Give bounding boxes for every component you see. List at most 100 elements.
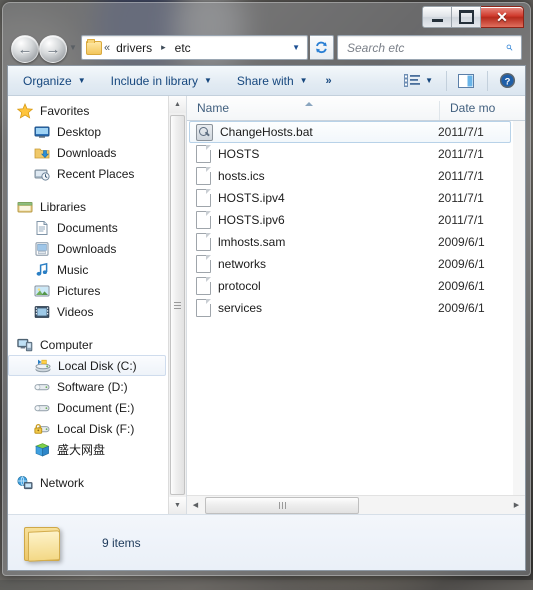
include-in-library-button[interactable]: Include in library ▼ (101, 68, 222, 94)
sidebar-item-downloads[interactable]: Downloads (8, 142, 169, 163)
column-header-name[interactable]: Name (187, 101, 440, 120)
table-row[interactable]: networks 2009/6/1 (189, 253, 511, 275)
sidebar-item-label: Downloads (57, 241, 117, 256)
list-view-icon (404, 73, 421, 87)
sidebar-item-document-e[interactable]: Document (E:) (8, 397, 169, 418)
scrollbar-grip-icon (174, 300, 181, 311)
table-row[interactable]: HOSTS 2011/7/1 (189, 143, 511, 165)
sidebar-item-local-disk-c[interactable]: Local Disk (C:) (8, 355, 166, 376)
refresh-icon (316, 41, 327, 54)
forward-button[interactable]: → (39, 35, 67, 63)
table-row[interactable]: hosts.ics 2011/7/1 (189, 165, 511, 187)
navigation-pane: Favorites Desktop Downloads Recent Place… (8, 96, 187, 514)
sidebar-group-computer[interactable]: Computer (8, 334, 169, 355)
scrollbar-thumb[interactable] (170, 115, 185, 495)
search-icon[interactable] (506, 41, 513, 54)
file-name-cell: HOSTS.ipv4 (190, 189, 438, 207)
toolbar-overflow-button[interactable]: » (318, 75, 340, 87)
sidebar-item-music[interactable]: Music (8, 259, 169, 280)
back-button[interactable]: ← (11, 35, 39, 63)
table-row[interactable]: services 2009/6/1 (189, 297, 511, 319)
address-dropdown-icon[interactable]: ▼ (292, 43, 300, 52)
generic-file-icon (196, 145, 211, 163)
sidebar-item-software-d[interactable]: Software (D:) (8, 376, 169, 397)
scroll-right-button[interactable]: ▶ (508, 497, 525, 514)
breadcrumb-separator[interactable]: ▸ (156, 42, 171, 53)
client-area: Organize ▼ Include in library ▼ Share wi… (7, 65, 526, 571)
generic-file-icon (196, 167, 211, 185)
scroll-down-button[interactable]: ▼ (169, 497, 186, 514)
share-with-button[interactable]: Share with ▼ (227, 68, 318, 94)
file-name-label: HOSTS.ipv6 (218, 213, 285, 227)
sidebar-item-network-disk[interactable]: 盛大网盘 (8, 439, 169, 460)
file-name-label: lmhosts.sam (218, 235, 286, 249)
search-box[interactable] (337, 35, 522, 60)
breadcrumb-overflow[interactable]: « (102, 42, 112, 54)
file-name-cell: ChangeHosts.bat (190, 123, 438, 141)
sidebar-item-local-disk-f[interactable]: Local Disk (F:) (8, 418, 169, 439)
maximize-button[interactable] (452, 6, 481, 28)
navigation-scrollbar[interactable]: ▲ ▼ (168, 96, 186, 514)
title-bar[interactable]: ✕ (3, 3, 530, 31)
scrollbar-thumb[interactable] (205, 496, 359, 514)
sidebar-item-label: Recent Places (57, 166, 135, 181)
table-row[interactable]: protocol 2009/6/1 (189, 275, 511, 297)
search-input[interactable] (345, 39, 506, 56)
folder-icon (86, 38, 102, 55)
sidebar-item-videos[interactable]: Videos (8, 301, 169, 322)
sidebar-item-documents[interactable]: Documents (8, 217, 169, 238)
folder-front (28, 529, 60, 562)
sort-ascending-icon (305, 102, 313, 106)
downloads-icon (34, 145, 50, 161)
table-row[interactable]: HOSTS.ipv6 2011/7/1 (189, 209, 511, 231)
generic-file-icon (196, 189, 211, 207)
organize-label: Organize (23, 73, 72, 88)
sidebar-item-recent-places[interactable]: Recent Places (8, 163, 169, 184)
chevron-down-icon: ▼ (425, 76, 433, 85)
file-name-label: services (218, 301, 263, 315)
file-name-cell: lmhosts.sam (190, 233, 438, 251)
refresh-button[interactable] (310, 35, 334, 60)
close-button[interactable]: ✕ (481, 6, 524, 28)
sidebar-item-label: Documents (57, 220, 118, 235)
file-name-label: networks (218, 257, 267, 271)
file-name-label: HOSTS (218, 147, 260, 161)
scroll-left-button[interactable]: ◀ (187, 497, 204, 514)
organize-button[interactable]: Organize ▼ (13, 68, 96, 94)
sidebar-group-favorites[interactable]: Favorites (8, 100, 169, 121)
file-date-cell: 2009/6/1 (438, 279, 485, 293)
table-row[interactable]: lmhosts.sam 2009/6/1 (189, 231, 511, 253)
preview-pane-button[interactable] (451, 68, 481, 94)
chevron-down-icon: ▼ (204, 76, 212, 85)
file-list-horizontal-scrollbar[interactable]: ◀ ▶ (187, 495, 525, 514)
sidebar-item-downloads-library[interactable]: Downloads (8, 238, 169, 259)
help-button[interactable]: ? (492, 68, 523, 94)
sidebar-group-label: Favorites (40, 103, 90, 118)
address-bar-row: ← → ▼ « drivers ▸ etc ▼ (3, 31, 530, 65)
file-list-vertical-scrollbar[interactable] (513, 121, 525, 496)
breadcrumb-item-etc[interactable]: etc (171, 41, 195, 55)
address-bar[interactable]: « drivers ▸ etc ▼ (81, 35, 308, 60)
column-header-date-modified[interactable]: Date mo (440, 101, 525, 120)
breadcrumb-item-drivers[interactable]: drivers (112, 41, 156, 55)
item-count-label: 9 items (102, 535, 141, 550)
sidebar-group-network[interactable]: Network (8, 472, 169, 493)
file-name-cell: networks (190, 255, 438, 273)
sidebar-item-label: Document (E:) (57, 400, 135, 415)
back-arrow-icon: ← (17, 40, 33, 58)
table-row[interactable]: HOSTS.ipv4 2011/7/1 (189, 187, 511, 209)
file-name-label: protocol (218, 279, 261, 293)
minimize-button[interactable] (422, 6, 452, 28)
sidebar-item-pictures[interactable]: Pictures (8, 280, 169, 301)
toolbar-divider (487, 70, 488, 91)
change-view-button[interactable]: ▼ (397, 68, 440, 94)
sidebar-item-desktop[interactable]: Desktop (8, 121, 169, 142)
help-icon: ? (499, 72, 516, 89)
history-dropdown-button[interactable]: ▼ (69, 43, 77, 52)
table-row[interactable]: ChangeHosts.bat 2011/7/1 (189, 121, 511, 143)
sidebar-group-libraries[interactable]: Libraries (8, 196, 169, 217)
videos-icon (34, 304, 50, 320)
scroll-up-button[interactable]: ▲ (169, 96, 186, 113)
